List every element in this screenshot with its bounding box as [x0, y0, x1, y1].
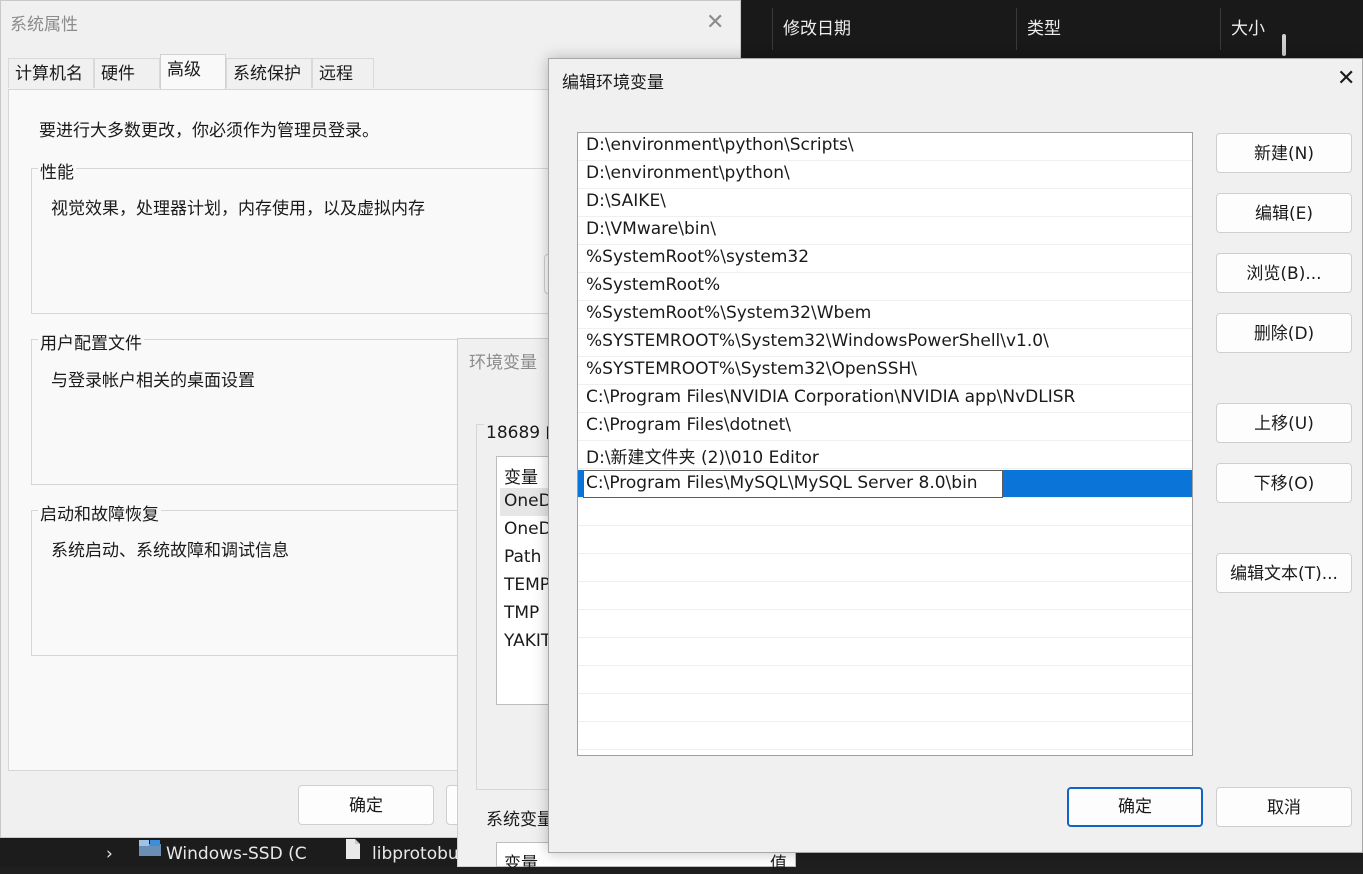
list-item[interactable] — [578, 666, 1192, 694]
move-up-button[interactable]: 上移(U) — [1216, 403, 1352, 443]
ok-button[interactable]: 确定 — [1067, 787, 1203, 827]
explorer-header: 修改日期 类型 大小 — [742, 0, 1363, 58]
list-item[interactable]: D:\SAIKE\ — [578, 189, 1192, 217]
close-icon[interactable]: ✕ — [1337, 66, 1355, 91]
file-item-label[interactable]: libprotobu — [372, 838, 459, 867]
window-title: 系统属性 — [10, 15, 78, 35]
new-button[interactable]: 新建(N) — [1216, 133, 1352, 173]
drive-item-label[interactable]: Windows-SSD (C — [166, 838, 307, 867]
path-text: D:\VMware\bin\ — [586, 219, 716, 239]
list-item[interactable]: TMP — [504, 603, 539, 623]
list-item[interactable]: D:\environment\python\Scripts\ — [578, 133, 1192, 161]
column-modified-date[interactable]: 修改日期 — [772, 8, 1016, 50]
list-header-variable[interactable]: 变量 — [504, 463, 538, 488]
delete-button[interactable]: 删除(D) — [1216, 313, 1352, 353]
tab-system-protection[interactable]: 系统保护 — [226, 58, 312, 88]
list-item[interactable]: C:\Program Files\dotnet\ — [578, 413, 1192, 441]
user-profiles-title: 用户配置文件 — [38, 329, 144, 354]
edit-field-text: C:\Program Files\MySQL\MySQL Server 8.0\… — [586, 473, 978, 493]
tab-computer-name[interactable]: 计算机名 — [8, 58, 94, 88]
inline-edit-field[interactable]: C:\Program Files\MySQL\MySQL Server 8.0\… — [583, 470, 1003, 498]
tab-advanced[interactable]: 高级 — [160, 54, 226, 90]
list-item[interactable] — [578, 582, 1192, 610]
selected-list-item[interactable]: C:\Program Files\MySQL\MySQL Server 8.0\… — [578, 470, 1192, 498]
cancel-button[interactable]: 取消 — [1216, 787, 1352, 827]
path-list[interactable]: D:\environment\python\Scripts\ D:\enviro… — [577, 132, 1193, 756]
startup-recovery-desc: 系统启动、系统故障和调试信息 — [51, 541, 289, 561]
window-title: 环境变量 — [469, 353, 537, 373]
list-item[interactable] — [578, 554, 1192, 582]
list-item[interactable]: C:\Program Files\NVIDIA Corporation\NVID… — [578, 385, 1192, 413]
path-text: %SystemRoot%\System32\Wbem — [586, 303, 872, 323]
tab-remote[interactable]: 远程 — [312, 58, 374, 88]
list-item[interactable]: TEMP — [504, 575, 550, 595]
list-item[interactable] — [578, 722, 1192, 750]
move-down-button[interactable]: 下移(O) — [1216, 463, 1352, 503]
edit-text-button[interactable]: 编辑文本(T)... — [1216, 553, 1352, 593]
path-text: D:\environment\python\Scripts\ — [586, 135, 854, 155]
startup-recovery-title: 启动和故障恢复 — [38, 500, 161, 525]
ok-button[interactable]: 确定 — [298, 785, 434, 825]
dialog-title: 编辑环境变量 — [562, 73, 664, 93]
performance-title: 性能 — [38, 158, 76, 183]
list-item[interactable] — [578, 694, 1192, 722]
list-item[interactable] — [578, 498, 1192, 526]
path-text: D:\environment\python\ — [586, 163, 790, 183]
list-item[interactable]: D:\environment\python\ — [578, 161, 1192, 189]
column-resize-handle[interactable] — [1282, 34, 1286, 56]
list-item[interactable]: %SystemRoot%\System32\Wbem — [578, 301, 1192, 329]
path-text: %SystemRoot%\system32 — [586, 247, 810, 267]
path-text: %SystemRoot% — [586, 275, 721, 295]
close-icon[interactable]: ✕ — [706, 10, 724, 35]
list-item[interactable]: %SYSTEMROOT%\System32\OpenSSH\ — [578, 357, 1192, 385]
user-profiles-desc: 与登录帐户相关的桌面设置 — [51, 371, 255, 391]
path-text: D:\新建文件夹 (2)\010 Editor — [586, 448, 819, 468]
path-text: D:\SAIKE\ — [586, 191, 666, 211]
list-header-variable[interactable]: 变量 — [504, 849, 538, 874]
path-text: C:\Program Files\dotnet\ — [586, 415, 791, 435]
performance-desc: 视觉效果，处理器计划，内存使用，以及虚拟内存 — [51, 199, 425, 219]
path-text: %SYSTEMROOT%\System32\OpenSSH\ — [586, 359, 918, 379]
list-item[interactable]: D:\新建文件夹 (2)\010 Editor — [578, 441, 1192, 469]
performance-group — [31, 168, 631, 314]
list-item[interactable] — [578, 610, 1192, 638]
admin-note: 要进行大多数更改，你必须作为管理员登录。 — [39, 121, 379, 141]
list-item[interactable]: %SystemRoot%\system32 — [578, 245, 1192, 273]
tab-hardware[interactable]: 硬件 — [94, 58, 160, 88]
drive-icon — [138, 838, 162, 867]
list-item[interactable]: %SYSTEMROOT%\System32\WindowsPowerShell\… — [578, 329, 1192, 357]
edit-button[interactable]: 编辑(E) — [1216, 193, 1352, 233]
chevron-right-icon[interactable]: › — [106, 838, 113, 867]
browse-button[interactable]: 浏览(B)... — [1216, 253, 1352, 293]
path-text: C:\Program Files\NVIDIA Corporation\NVID… — [586, 387, 1076, 407]
column-type[interactable]: 类型 — [1016, 8, 1220, 50]
list-item[interactable]: Path — [504, 547, 541, 567]
column-size[interactable]: 大小 — [1220, 8, 1300, 50]
list-item[interactable] — [578, 638, 1192, 666]
list-item[interactable]: YAKIT — [504, 631, 551, 651]
list-item[interactable]: %SystemRoot% — [578, 273, 1192, 301]
path-text: %SYSTEMROOT%\System32\WindowsPowerShell\… — [586, 331, 1049, 351]
system-variables-caption: 系统变量 — [486, 810, 554, 830]
list-item[interactable]: D:\VMware\bin\ — [578, 217, 1192, 245]
list-item[interactable] — [578, 526, 1192, 554]
file-icon — [344, 838, 362, 867]
